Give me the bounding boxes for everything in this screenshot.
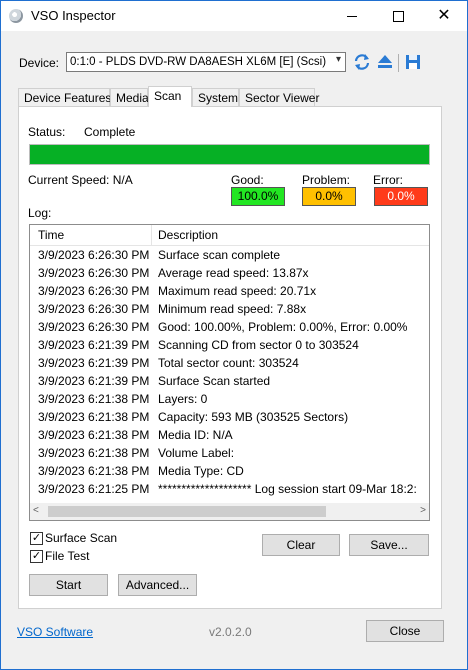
log-row[interactable]: 3/9/2023 6:26:30 PM Average read speed: 1… [30, 263, 429, 281]
refresh-icon[interactable] [352, 52, 372, 72]
log-time-cell: 3/9/2023 6:21:38 PM [38, 392, 150, 406]
log-row[interactable]: 3/9/2023 6:21:38 PM Media ID: N/A [30, 425, 429, 443]
version-label: v2.0.2.0 [209, 625, 252, 639]
surface-scan-checkbox[interactable]: ✓ [30, 532, 43, 545]
minimize-icon [347, 15, 357, 17]
device-label: Device: [19, 56, 60, 70]
log-time-cell: 3/9/2023 6:26:30 PM [38, 248, 150, 262]
file-test-checkbox[interactable]: ✓ [30, 550, 43, 563]
problem-percent-box: 0.0% [302, 187, 356, 206]
log-time-cell: 3/9/2023 6:26:30 PM [38, 284, 150, 298]
log-time-cell: 3/9/2023 6:21:38 PM [38, 428, 150, 442]
log-row[interactable]: 3/9/2023 6:26:30 PM Good: 100.00%, Proble… [30, 317, 429, 335]
log-time-cell: 3/9/2023 6:21:25 PM [38, 482, 150, 496]
problem-label: Problem: [302, 173, 351, 187]
title-bar[interactable]: VSO Inspector ✕ [1, 1, 467, 31]
log-time-cell: 3/9/2023 6:21:38 PM [38, 410, 150, 424]
log-row[interactable]: 3/9/2023 6:26:30 PM Minimum read speed: 7… [30, 299, 429, 317]
log-list[interactable]: Time Description 3/9/2023 6:26:30 PM Surf… [29, 224, 430, 521]
eject-icon[interactable] [375, 52, 395, 72]
scroll-right-icon[interactable]: > [420, 505, 426, 516]
log-time-cell: 3/9/2023 6:21:39 PM [38, 338, 150, 352]
close-window-button[interactable]: ✕ [421, 1, 467, 31]
log-row[interactable]: 3/9/2023 6:21:38 PM Capacity: 593 MB (303… [30, 407, 429, 425]
log-label: Log: [28, 206, 52, 220]
good-label: Good: [231, 173, 264, 187]
column-divider[interactable] [151, 225, 152, 245]
log-time-cell: 3/9/2023 6:26:30 PM [38, 320, 150, 334]
surface-scan-label: Surface Scan [45, 531, 118, 545]
error-label: Error: [373, 173, 403, 187]
log-time-cell: 3/9/2023 6:26:30 PM [38, 302, 150, 316]
save-log-button[interactable]: Save... [349, 534, 429, 556]
log-time-cell: 3/9/2023 6:26:30 PM [38, 266, 150, 280]
device-select-value: 0:1:0 - PLDS DVD-RW DA8AESH XL6M [E] (Sc… [70, 56, 327, 68]
good-percent-box: 100.0% [231, 187, 285, 206]
log-row[interactable]: 3/9/2023 6:21:38 PM Media Type: CD [30, 461, 429, 479]
log-time-cell: 3/9/2023 6:21:39 PM [38, 374, 150, 388]
log-row[interactable]: 3/9/2023 6:21:38 PM Layers: 0 [30, 389, 429, 407]
advanced-button[interactable]: Advanced... [118, 574, 197, 596]
log-description-cell: Surface Scan started [158, 374, 271, 388]
tab-scan[interactable]: Scan [148, 86, 192, 107]
log-row[interactable]: 3/9/2023 6:21:39 PM Surface Scan started [30, 371, 429, 389]
log-row[interactable]: 3/9/2023 6:21:25 PM ******************** … [30, 479, 429, 497]
log-row[interactable]: 3/9/2023 6:21:38 PM Volume Label: [30, 443, 429, 461]
tab-sector-viewer[interactable]: Sector Viewer [239, 88, 319, 106]
log-row[interactable]: 3/9/2023 6:21:39 PM Total sector count: 3… [30, 353, 429, 371]
maximize-icon [392, 10, 404, 22]
clear-button[interactable]: Clear [262, 534, 340, 556]
app-disc-icon [9, 9, 23, 23]
scan-progress-bar [29, 144, 430, 165]
column-header-description[interactable]: Description [158, 228, 218, 242]
log-row[interactable]: 3/9/2023 6:26:30 PM Maximum read speed: 2… [30, 281, 429, 299]
tab-media[interactable]: Media [110, 88, 149, 106]
scroll-left-icon[interactable]: < [33, 505, 39, 516]
log-time-cell: 3/9/2023 6:21:39 PM [38, 356, 150, 370]
minimize-button[interactable] [329, 1, 375, 31]
log-description-cell: Media Type: CD [158, 464, 244, 478]
column-header-time[interactable]: Time [38, 228, 64, 242]
start-button[interactable]: Start [29, 574, 108, 596]
log-row[interactable]: 3/9/2023 6:21:39 PM Scanning CD from sect… [30, 335, 429, 353]
tab-device-features[interactable]: Device Features [18, 88, 111, 106]
vso-software-link[interactable]: VSO Software [17, 625, 93, 639]
chevron-down-icon: ▾ [335, 54, 341, 65]
log-description-cell: Surface scan complete [158, 248, 281, 262]
save-icon[interactable] [403, 52, 423, 72]
log-description-cell: Media ID: N/A [158, 428, 233, 442]
log-description-cell: Total sector count: 303524 [158, 356, 299, 370]
horizontal-scrollbar[interactable]: < > [30, 503, 429, 520]
tab-system[interactable]: System [192, 88, 239, 106]
maximize-button[interactable] [375, 1, 421, 31]
log-description-cell: Volume Label: [158, 446, 235, 460]
log-description-cell: ******************** Log session start 0… [158, 482, 417, 496]
scrollbar-thumb[interactable] [48, 506, 326, 517]
log-description-cell: Layers: 0 [158, 392, 208, 406]
window-title: VSO Inspector [31, 8, 116, 23]
close-button[interactable]: Close [366, 620, 444, 642]
error-percent-box: 0.0% [374, 187, 428, 206]
log-description-cell: Average read speed: 13.87x [158, 266, 309, 280]
log-row[interactable]: 3/9/2023 6:26:30 PM Surface scan complete [30, 245, 429, 263]
log-time-cell: 3/9/2023 6:21:38 PM [38, 464, 150, 478]
file-test-label: File Test [45, 549, 90, 563]
device-select[interactable]: 0:1:0 - PLDS DVD-RW DA8AESH XL6M [E] (Sc… [66, 52, 346, 72]
scan-progress-fill [30, 145, 429, 164]
current-speed-label: Current Speed: N/A [28, 173, 133, 187]
log-description-cell: Scanning CD from sector 0 to 303524 [158, 338, 359, 352]
log-time-cell: 3/9/2023 6:21:38 PM [38, 446, 150, 460]
log-header: Time Description [30, 225, 429, 246]
status-label: Status: [28, 125, 66, 139]
log-description-cell: Minimum read speed: 7.88x [158, 302, 307, 316]
close-icon: ✕ [437, 7, 451, 24]
status-value: Complete [84, 125, 136, 139]
toolbar-separator [398, 54, 399, 72]
log-description-cell: Good: 100.00%, Problem: 0.00%, Error: 0.… [158, 320, 408, 334]
log-description-cell: Maximum read speed: 20.71x [158, 284, 317, 298]
log-description-cell: Capacity: 593 MB (303525 Sectors) [158, 410, 349, 424]
